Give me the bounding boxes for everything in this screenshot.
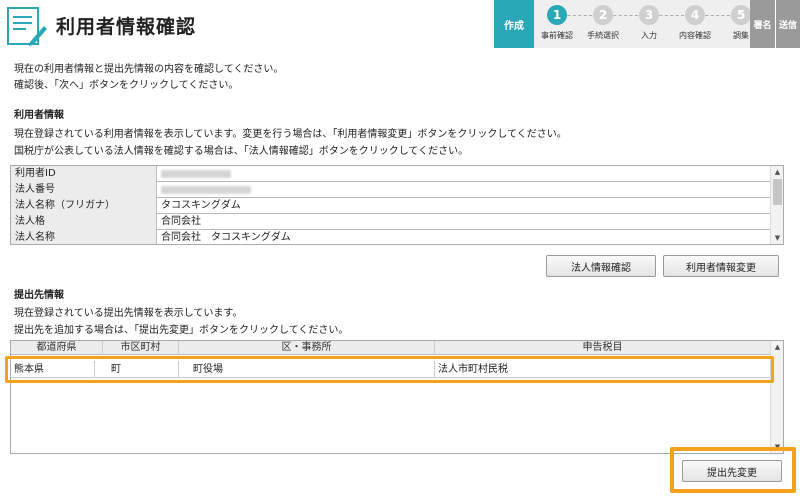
page-title: 利用者情報確認 xyxy=(56,16,197,38)
table-row: 法人番号 xyxy=(11,182,771,198)
table-row: 法人名称（フリガナ） タコスキングダム xyxy=(11,198,771,214)
user-info-table: 利用者ID 法人番号 法人名称（フリガナ） タコスキングダム 法人格 合同会社 … xyxy=(10,165,784,245)
row-value-masked xyxy=(159,166,231,182)
step-shomei: 署名 xyxy=(750,0,775,48)
step-1: 1 事前確認 xyxy=(534,0,580,48)
step-indicator: 作成 1 事前確認 2 手続選択 3 入力 4 内容確認 5 調集 署名 送信 xyxy=(494,0,800,48)
column-header-city[interactable]: 市区町村 xyxy=(103,341,179,355)
row-value: タコスキングダム xyxy=(161,200,241,211)
user-table-scrollbar[interactable]: ▲ ▼ xyxy=(770,166,783,244)
user-info-desc-1: 現在登録されている利用者情報を表示しています。変更を行う場合は、「利用者情報変更… xyxy=(14,129,567,140)
row-label: 法人番号 xyxy=(11,182,157,198)
column-header-office[interactable]: 区・事務所 xyxy=(179,341,435,355)
step-4: 4 内容確認 xyxy=(672,0,718,48)
scroll-up-icon[interactable]: ▲ xyxy=(771,341,784,353)
user-info-section-title: 利用者情報 xyxy=(14,110,64,121)
step-number: 5 xyxy=(731,5,751,25)
user-info-change-button[interactable]: 利用者情報変更 xyxy=(663,255,779,277)
row-label: 法人名称 xyxy=(11,230,157,244)
column-header-tax[interactable]: 申告税目 xyxy=(435,341,771,355)
step-number: 1 xyxy=(547,5,567,25)
submit-desc-2: 提出先を追加する場合は、「提出先変更」ボタンをクリックしてください。 xyxy=(14,325,349,336)
row-value: 合同会社 タコスキングダム xyxy=(161,232,291,243)
step-label: 事前確認 xyxy=(541,31,573,40)
user-info-desc-2: 国税庁が公表している法人情報を確認する場合は、「法人情報確認」ボタンをクリックし… xyxy=(14,146,469,157)
row-value-masked xyxy=(159,182,251,198)
step-3: 3 入力 xyxy=(626,0,672,48)
step-sakusei: 作成 xyxy=(494,0,534,48)
submit-desc-1: 現在登録されている提出先情報を表示しています。 xyxy=(14,308,243,319)
scroll-down-icon[interactable]: ▼ xyxy=(771,232,783,244)
step-label: 手続選択 xyxy=(587,31,619,40)
highlight-button-frame xyxy=(670,447,796,493)
intro-line-1: 現在の利用者情報と提出先情報の内容を確認してください。 xyxy=(14,64,284,75)
step-number: 4 xyxy=(685,5,705,25)
step-number: 2 xyxy=(593,5,613,25)
document-edit-icon xyxy=(7,7,47,46)
step-soshin: 送信 xyxy=(775,0,800,48)
header: 利用者情報確認 作成 1 事前確認 2 手続選択 3 入力 4 内容確認 5 調… xyxy=(0,0,800,50)
row-label: 法人格 xyxy=(11,214,157,230)
step-number: 3 xyxy=(639,5,659,25)
table-row: 利用者ID xyxy=(11,166,771,182)
step-2: 2 手続選択 xyxy=(580,0,626,48)
step-label: 内容確認 xyxy=(679,31,711,40)
row-label: 利用者ID xyxy=(11,166,157,182)
corp-info-button[interactable]: 法人情報確認 xyxy=(546,255,656,277)
table-header: 都道府県 市区町村 区・事務所 申告税目 xyxy=(11,341,771,355)
row-value: 合同会社 xyxy=(161,216,201,227)
column-header-pref[interactable]: 都道府県 xyxy=(11,341,103,355)
table-row: 法人格 合同会社 xyxy=(11,214,771,230)
intro-line-2: 確認後、「次へ」ボタンをクリックしてください。 xyxy=(14,80,239,91)
table-row: 法人名称 合同会社 タコスキングダム xyxy=(11,230,771,244)
row-label: 法人名称（フリガナ） xyxy=(11,198,157,214)
submit-section-title: 提出先情報 xyxy=(14,290,64,301)
highlight-row-frame xyxy=(5,356,774,383)
scroll-up-icon[interactable]: ▲ xyxy=(771,166,783,178)
step-label: 入力 xyxy=(641,31,657,40)
scroll-thumb[interactable] xyxy=(773,179,782,205)
